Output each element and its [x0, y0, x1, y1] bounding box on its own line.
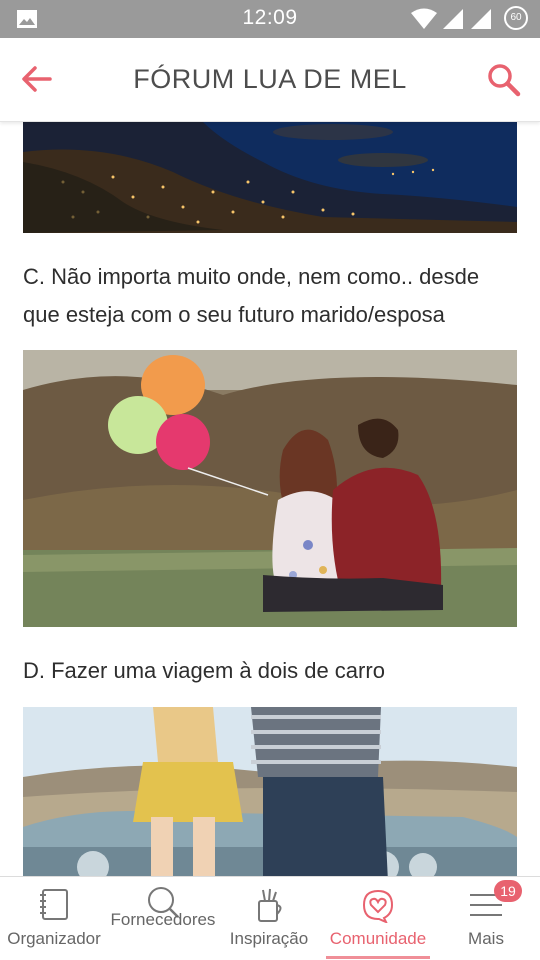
couple-car-photo: [23, 707, 517, 876]
active-tab-indicator: [326, 956, 430, 959]
battery-level: 60: [510, 12, 522, 23]
heart-chat-icon: [362, 889, 394, 923]
page-title: FÓRUM LUA DE MEL: [133, 64, 407, 94]
battery-icon: 60: [504, 6, 528, 30]
brushes-jar-icon: [258, 888, 282, 922]
option-c-text: C. Não importa muito onde, nem como.. de…: [23, 264, 480, 327]
city-lights-photo: [23, 122, 517, 233]
search-icon[interactable]: [486, 62, 522, 98]
nav-organizador[interactable]: Organizador: [0, 877, 108, 960]
arrow-left-icon[interactable]: [20, 64, 54, 94]
status-bar: 12:09 60: [0, 0, 540, 38]
post-content: C. Não importa muito onde, nem como.. de…: [0, 122, 540, 876]
nav-comunidade[interactable]: Comunidade: [320, 877, 436, 960]
nav-label-organizador: Organizador: [7, 929, 101, 948]
wifi-icon: [411, 8, 437, 29]
app-bar: FÓRUM LUA DE MEL: [0, 38, 540, 122]
signal-icon: [443, 9, 463, 29]
signal-icon: [471, 9, 491, 29]
notification-badge: 19: [494, 880, 522, 902]
nav-label-inspiracao: Inspiração: [229, 929, 309, 948]
couple-balloons-photo: [23, 350, 517, 627]
nav-fornecedores[interactable]: Fornecedores: [108, 877, 218, 960]
nav-label-fornecedores: Fornecedores: [110, 910, 216, 929]
nav-label-mais: Mais: [468, 929, 504, 948]
notebook-icon: [40, 889, 68, 920]
bottom-nav: Organizador Fornecedores Inspiração Comu…: [0, 876, 540, 960]
nav-label-comunidade: Comunidade: [329, 929, 427, 948]
nav-inspiracao[interactable]: Inspiração: [222, 877, 316, 960]
option-d-text: D. Fazer uma viagem à dois de carro: [23, 658, 385, 683]
